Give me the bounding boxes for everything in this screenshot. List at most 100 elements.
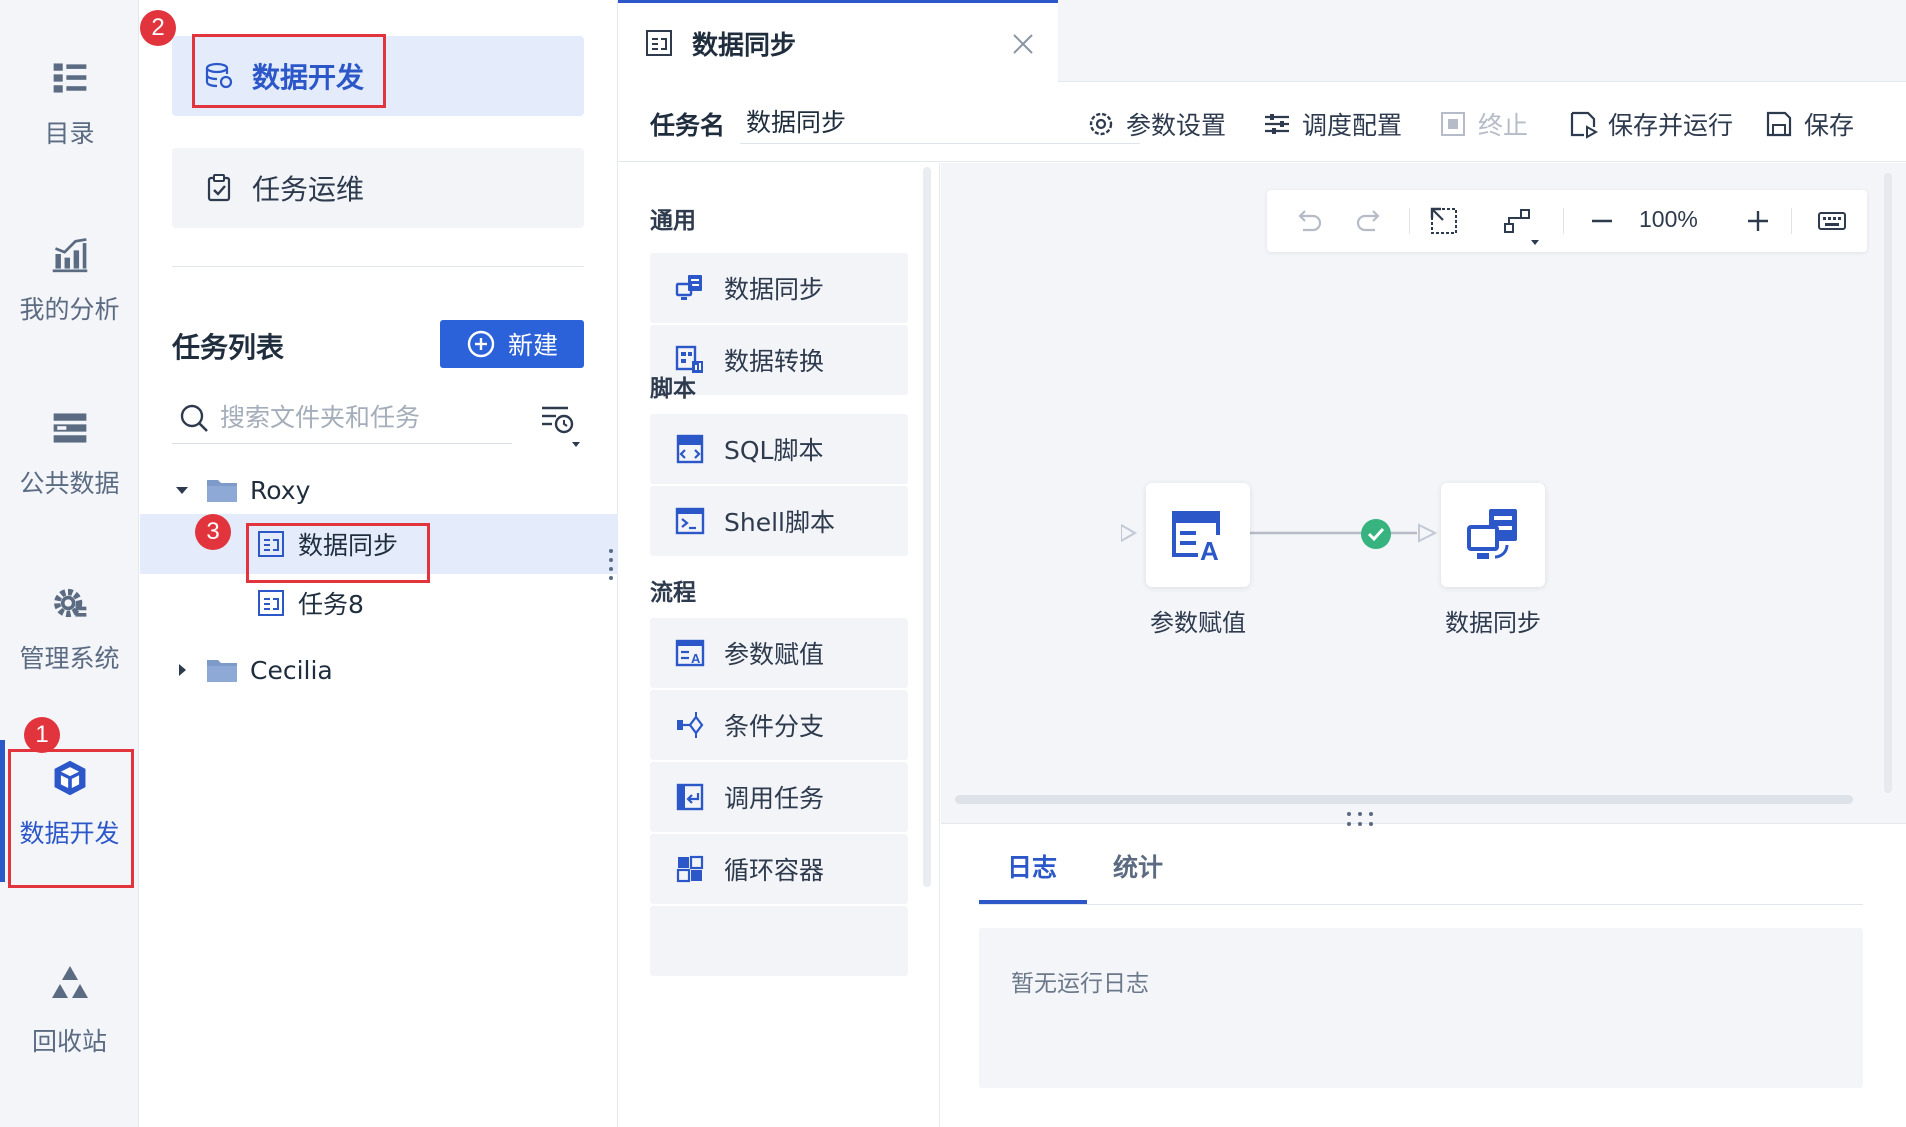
lib-section-general: 通用	[650, 208, 696, 234]
zoom-out-icon[interactable]	[1585, 204, 1619, 238]
success-check-icon	[1361, 519, 1391, 549]
fit-view-icon[interactable]	[1427, 204, 1461, 238]
step-badge-3: 3	[195, 514, 231, 550]
redo-icon[interactable]	[1353, 204, 1387, 238]
save-and-run-button[interactable]: 保存并运行	[1568, 106, 1733, 142]
task-file-icon	[258, 590, 284, 616]
stop-button[interactable]: 终止	[1438, 106, 1528, 142]
rail-active-indicator	[0, 740, 5, 882]
log-resize-handle[interactable]	[1345, 810, 1375, 828]
rail-item-data-dev[interactable]: 数据开发	[0, 700, 139, 850]
task-file-icon	[646, 30, 672, 56]
task-file-icon	[258, 531, 284, 557]
panel-resize-handle[interactable]	[608, 548, 614, 582]
tree-folder-roxy[interactable]: Roxy	[140, 460, 618, 520]
undo-icon[interactable]	[1291, 204, 1325, 238]
lib-item-branch[interactable]: 条件分支	[650, 690, 908, 760]
caret-down-icon[interactable]	[174, 482, 190, 498]
rail-item-analysis[interactable]: 我的分析	[0, 176, 139, 326]
tab-log[interactable]: 日志	[1007, 848, 1057, 884]
clipboard-check-icon	[207, 174, 231, 202]
nav-data-dev-label: 数据开发	[252, 61, 365, 94]
data-sync-icon	[675, 275, 702, 300]
rail-label-recycle: 回收站	[31, 1027, 107, 1056]
tab-title: 数据同步	[692, 30, 797, 61]
filter-history-icon[interactable]	[538, 400, 586, 448]
param-settings-button[interactable]: 参数设置	[1086, 106, 1226, 142]
flow-node-param-assign-label: 参数赋值	[1150, 609, 1246, 637]
lib-item-call-task[interactable]: 调用任务	[650, 762, 908, 832]
keyboard-icon[interactable]	[1815, 204, 1849, 238]
lib-item-branch-label: 条件分支	[724, 712, 825, 741]
zoom-in-icon[interactable]	[1741, 204, 1775, 238]
loop-icon	[676, 855, 704, 883]
lib-item-loop[interactable]: 循环容器	[650, 834, 908, 904]
svg-text:A: A	[691, 651, 701, 666]
lib-item-shell-label: Shell脚本	[724, 508, 835, 537]
task-search-input[interactable]	[220, 403, 500, 432]
new-task-button[interactable]: 新建	[440, 320, 584, 368]
log-panel: 日志 统计 暂无运行日志	[941, 812, 1906, 1127]
save-label: 保存	[1804, 111, 1855, 140]
task-search	[172, 392, 512, 444]
lib-section-script: 脚本	[650, 376, 696, 402]
tab-data-sync[interactable]: 数据同步	[618, 0, 1058, 83]
lib-item-sql[interactable]: SQL脚本	[650, 414, 908, 484]
flow-node-data-sync[interactable]	[1441, 483, 1545, 587]
plus-circle-icon	[467, 330, 495, 358]
tree-label-cecilia: Cecilia	[250, 655, 333, 685]
task-toolbar: 任务名 参数设置 调度配置 终止 保存并运行 保存	[618, 82, 1906, 162]
tab-stats[interactable]: 统计	[1113, 848, 1163, 884]
app-window: 目录 我的分析 公共数据 管理系统 数据开发 回收站 1 数据开发 任务运维 任…	[0, 0, 1906, 1127]
lib-item-loop-label: 循环容器	[724, 856, 825, 885]
sliders-icon	[1265, 114, 1289, 134]
tree-task-8[interactable]: 任务8	[140, 573, 618, 633]
caret-right-icon[interactable]	[174, 662, 190, 678]
lib-item-shell[interactable]: Shell脚本	[650, 486, 908, 556]
log-content: 暂无运行日志	[979, 928, 1863, 1088]
lib-item-data-transform-label: 数据转换	[724, 347, 825, 376]
schedule-config-button[interactable]: 调度配置	[1262, 106, 1402, 142]
zoom-level: 100%	[1639, 206, 1698, 232]
shell-icon	[675, 507, 705, 535]
lib-item-sql-label: SQL脚本	[724, 436, 824, 465]
rail-label-analysis: 我的分析	[19, 295, 120, 324]
task-name-input[interactable]	[740, 98, 1140, 144]
rail-item-public-data[interactable]: 公共数据	[0, 350, 139, 500]
left-rail: 目录 我的分析 公共数据 管理系统 数据开发 回收站	[0, 0, 139, 1127]
tree-label-roxy: Roxy	[250, 475, 311, 505]
lib-item-call-task-label: 调用任务	[724, 784, 825, 813]
rail-item-admin[interactable]: 管理系统	[0, 525, 139, 675]
schedule-config-label: 调度配置	[1302, 111, 1403, 140]
canvas-vertical-scrollbar[interactable]	[1884, 173, 1892, 793]
recycle-icon	[51, 966, 88, 998]
public-data-icon	[53, 413, 86, 443]
tab-bar: 数据同步	[618, 0, 1906, 83]
nav-task-ops-label: 任务运维	[252, 173, 365, 206]
svg-text:A: A	[1200, 536, 1219, 565]
tree-folder-cecilia[interactable]: Cecilia	[140, 640, 618, 700]
nav-data-dev[interactable]: 数据开发	[172, 36, 584, 116]
nav-task-ops[interactable]: 任务运维	[172, 148, 584, 228]
lib-item-data-sync[interactable]: 数据同步	[650, 253, 908, 323]
step-badge-2: 2	[140, 10, 176, 46]
new-task-label: 新建	[507, 331, 558, 360]
search-icon	[180, 404, 208, 432]
stop-icon	[1441, 112, 1465, 136]
flow-node-data-sync-label: 数据同步	[1445, 609, 1541, 637]
tree-label-task-8: 任务8	[298, 590, 364, 619]
catalog-icon	[53, 63, 86, 93]
cube-icon	[54, 760, 85, 796]
lib-item-param-assign[interactable]: A 参数赋值	[650, 618, 908, 688]
flow-node-param-assign[interactable]: A	[1146, 483, 1250, 587]
rail-item-recycle[interactable]: 回收站	[0, 930, 139, 1080]
layout-dropdown-icon[interactable]	[1501, 204, 1541, 248]
canvas-horizontal-scrollbar[interactable]	[955, 795, 1853, 804]
save-button[interactable]: 保存	[1764, 106, 1854, 142]
library-scrollbar[interactable]	[923, 167, 931, 887]
param-settings-label: 参数设置	[1126, 111, 1227, 140]
rail-item-catalog[interactable]: 目录	[0, 0, 139, 150]
lib-item-partial[interactable]	[650, 906, 908, 976]
flow-canvas[interactable]: 100% A 参数赋值 数据同步	[941, 163, 1906, 823]
close-icon[interactable]	[1010, 31, 1036, 57]
